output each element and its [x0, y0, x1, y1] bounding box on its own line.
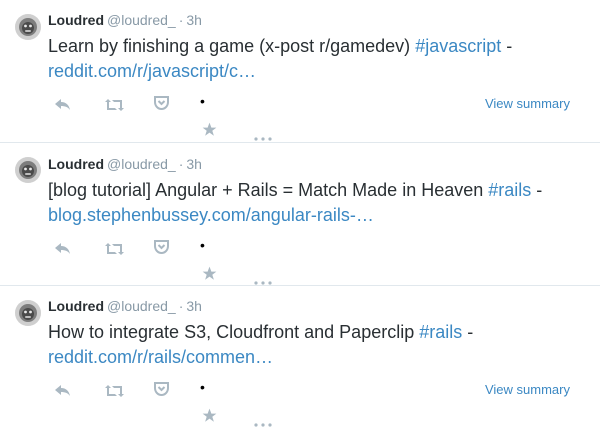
tweet-header: Loudred @loudred_ · 3h	[48, 155, 588, 173]
tweet-time[interactable]: 3h	[186, 156, 202, 172]
author-name[interactable]: Loudred	[48, 12, 104, 28]
url-link[interactable]: reddit.com/r/javascript/c…	[48, 61, 256, 81]
separator: ·	[178, 12, 184, 28]
retweet-icon[interactable]	[105, 98, 124, 116]
tweet-body-suffix: -	[501, 36, 513, 56]
pocket-icon[interactable]	[154, 96, 169, 115]
bullet-marker: •	[200, 237, 205, 253]
tweet-actions: • View summary	[48, 374, 588, 434]
reply-icon[interactable]	[55, 384, 71, 402]
more-dots-icon[interactable]	[254, 414, 272, 432]
bullet-marker: •	[200, 93, 205, 109]
tweet-actions: •	[48, 232, 588, 292]
author-name[interactable]: Loudred	[48, 156, 104, 172]
author-handle[interactable]: @loudred_	[107, 12, 176, 28]
tweet-body: Learn by finishing a game (x-post r/game…	[48, 36, 416, 56]
retweet-icon[interactable]	[105, 384, 124, 402]
tweet-text: [blog tutorial] Angular + Rails = Match …	[48, 178, 588, 228]
reply-icon[interactable]	[55, 98, 71, 116]
separator: ·	[178, 156, 184, 172]
tweet[interactable]: Loudred @loudred_ · 3h How to integrate S3,…	[0, 286, 600, 427]
tweet-time[interactable]: 3h	[186, 298, 202, 314]
tweet[interactable]: Loudred @loudred_ · 3h Learn by finishing a…	[0, 0, 600, 143]
tweet-body: How to integrate S3, Cloudfront and Pape…	[48, 322, 420, 342]
author-name[interactable]: Loudred	[48, 298, 104, 314]
view-summary-link[interactable]: View summary	[485, 382, 570, 397]
url-link[interactable]: blog.stephenbussey.com/angular-rails-…	[48, 205, 374, 225]
pocket-icon[interactable]	[154, 382, 169, 401]
tweet-time[interactable]: 3h	[186, 12, 202, 28]
star-icon[interactable]	[202, 122, 217, 142]
tweet[interactable]: Loudred @loudred_ · 3h [blog tutorial] Angu…	[0, 143, 600, 286]
view-summary-link[interactable]: View summary	[485, 96, 570, 111]
tweet-header: Loudred @loudred_ · 3h	[48, 11, 588, 29]
tweet-text: How to integrate S3, Cloudfront and Pape…	[48, 320, 588, 370]
timeline: Loudred @loudred_ · 3h Learn by finishing a…	[0, 0, 600, 427]
tweet-body: [blog tutorial] Angular + Rails = Match …	[48, 180, 489, 200]
hashtag-link[interactable]: #rails	[419, 322, 462, 342]
retweet-icon[interactable]	[105, 242, 124, 260]
avatar[interactable]	[15, 157, 41, 183]
url-link[interactable]: reddit.com/r/rails/commen…	[48, 347, 273, 367]
star-icon[interactable]	[202, 408, 217, 428]
hashtag-link[interactable]: #rails	[488, 180, 531, 200]
reply-icon[interactable]	[55, 242, 71, 260]
author-handle[interactable]: @loudred_	[107, 298, 176, 314]
tweet-actions: • View summary	[48, 88, 588, 148]
tweet-text: Learn by finishing a game (x-post r/game…	[48, 34, 588, 84]
tweet-header: Loudred @loudred_ · 3h	[48, 297, 588, 315]
tweet-body-suffix: -	[531, 180, 543, 200]
avatar[interactable]	[15, 14, 41, 40]
avatar[interactable]	[15, 300, 41, 326]
separator: ·	[178, 298, 184, 314]
star-icon[interactable]	[202, 266, 217, 286]
bullet-marker: •	[200, 379, 205, 395]
author-handle[interactable]: @loudred_	[107, 156, 176, 172]
pocket-icon[interactable]	[154, 240, 169, 259]
hashtag-link[interactable]: #javascript	[415, 36, 501, 56]
tweet-body-suffix: -	[462, 322, 474, 342]
